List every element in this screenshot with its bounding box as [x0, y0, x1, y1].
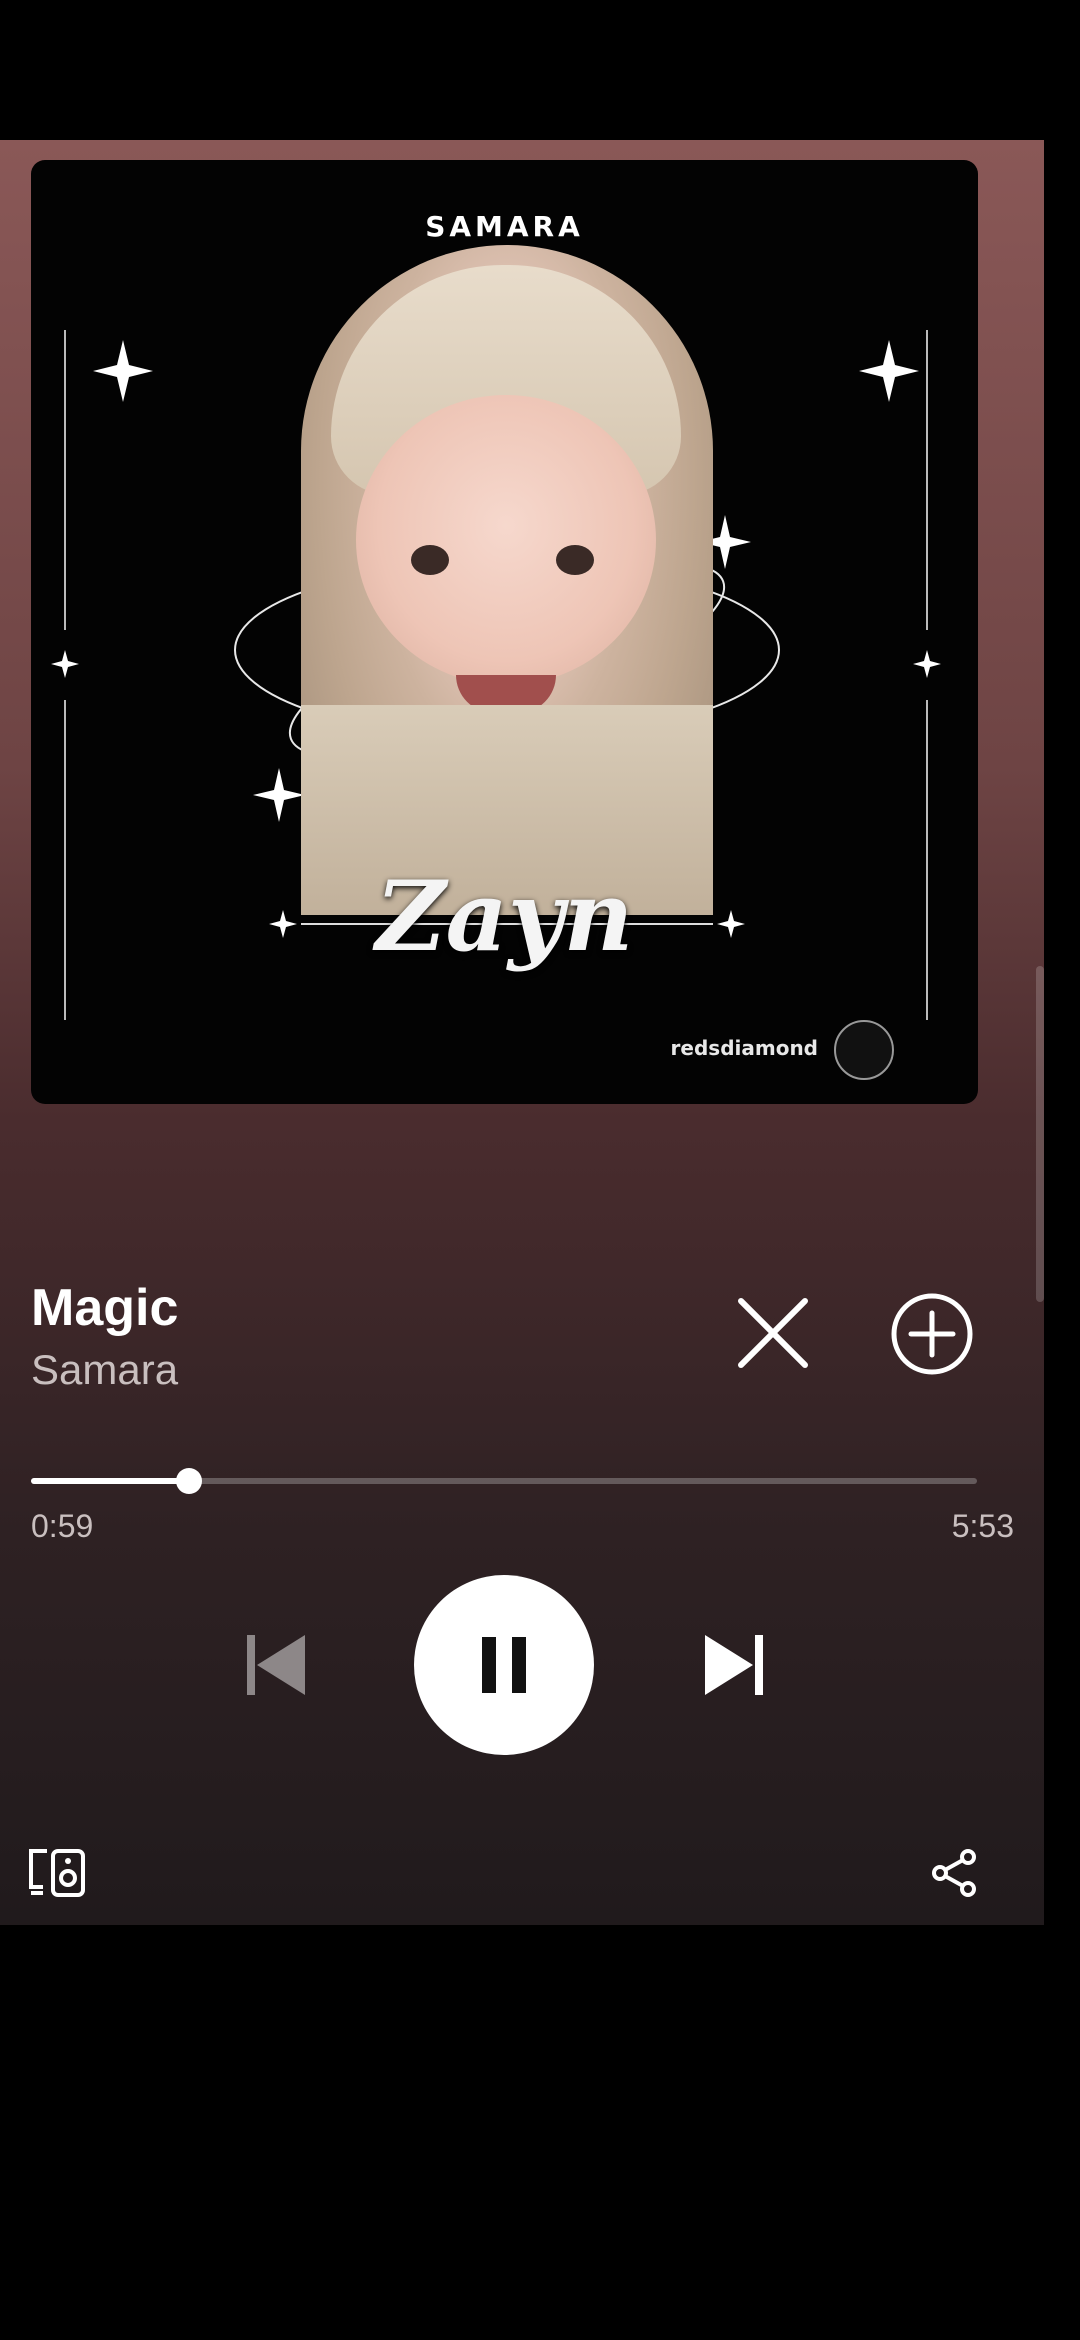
- album-art-title: Zayn: [375, 860, 634, 973]
- skip-previous-icon: [247, 1635, 305, 1695]
- share-icon: [932, 1849, 976, 1897]
- album-art: SAMARA Zayn redsdiamond: [31, 160, 978, 1104]
- elapsed-time: 0:59: [31, 1508, 94, 1544]
- share-button[interactable]: [926, 1845, 982, 1901]
- screen: SAMARA Zayn redsdiamond Magic Samara 0:5…: [0, 0, 1080, 2340]
- remove-button[interactable]: [730, 1290, 816, 1376]
- track-artist[interactable]: Samara: [31, 1346, 178, 1394]
- album-art-label: SAMARA: [425, 210, 584, 243]
- connect-device-button[interactable]: [26, 1845, 88, 1901]
- pause-button[interactable]: [414, 1575, 594, 1755]
- devices-speaker-icon: [29, 1849, 85, 1897]
- close-icon: [738, 1298, 808, 1368]
- add-to-library-button[interactable]: [888, 1290, 976, 1378]
- progress-handle[interactable]: [175, 1468, 202, 1494]
- scrollbar[interactable]: [1036, 966, 1044, 1302]
- track-title: Magic: [31, 1279, 179, 1337]
- album-art-brand: redsdiamond: [670, 1036, 818, 1060]
- progress-fill: [31, 1478, 189, 1484]
- pause-icon: [482, 1637, 526, 1693]
- previous-button[interactable]: [236, 1625, 316, 1705]
- progress-bar[interactable]: [31, 1468, 977, 1494]
- plus-circle-icon: [891, 1293, 973, 1375]
- album-art-logo: [834, 1020, 894, 1080]
- total-time: 5:53: [951, 1508, 1014, 1544]
- album-art-photo: [301, 245, 713, 915]
- next-button[interactable]: [694, 1625, 774, 1705]
- skip-next-icon: [705, 1635, 763, 1695]
